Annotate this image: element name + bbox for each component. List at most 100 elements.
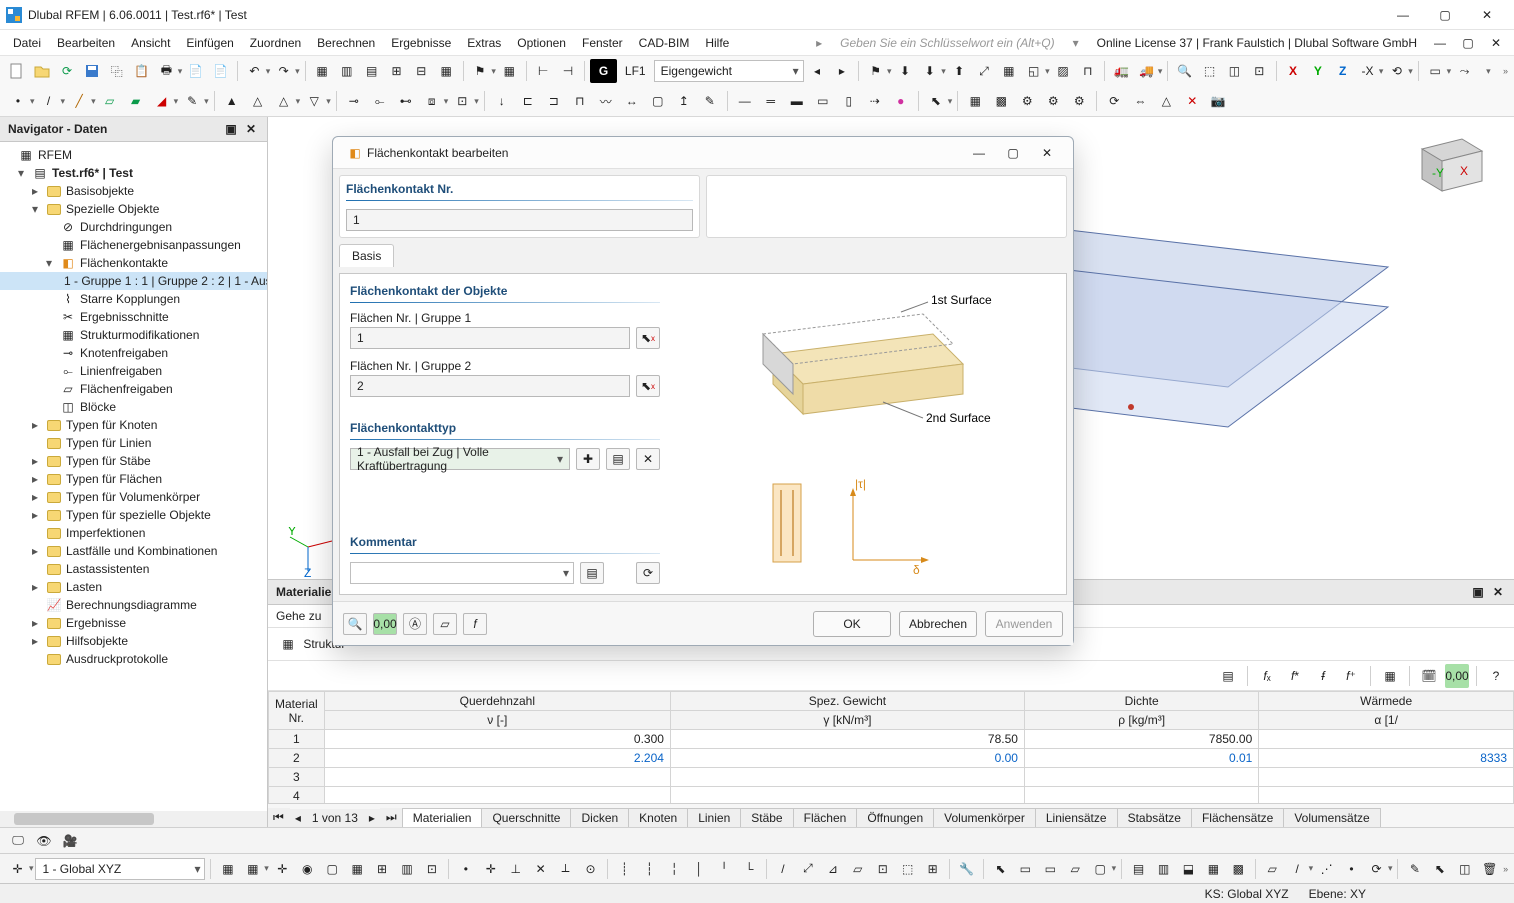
sup1-icon[interactable]: ▲ xyxy=(220,89,244,113)
mat-close-icon[interactable]: ✕ xyxy=(1490,584,1506,600)
copy-icon[interactable]: ⿻ xyxy=(105,59,128,83)
gr2-icon[interactable]: ⊐ xyxy=(542,89,566,113)
camera-icon[interactable]: 📷 xyxy=(1206,89,1230,113)
minimize-button[interactable]: ― xyxy=(1382,0,1424,30)
mdi-close-icon[interactable]: ✕ xyxy=(1484,31,1508,55)
d2-icon[interactable]: ┆ xyxy=(638,857,661,881)
win2-icon[interactable]: ▥ xyxy=(335,59,358,83)
dot-icon[interactable]: ● xyxy=(889,89,913,113)
tree-typen-knoten[interactable]: ▸Typen für Knoten xyxy=(0,416,267,434)
tree-ergebnisschnitte[interactable]: ✂Ergebnisschnitte xyxy=(0,308,267,326)
member-icon[interactable]: ╱ xyxy=(67,89,91,113)
iso-icon[interactable]: ⬚ xyxy=(1198,59,1221,83)
tree-file[interactable]: ▾▤Test.rf6* | Test xyxy=(0,164,267,182)
mdi-max-icon[interactable]: ▢ xyxy=(1456,31,1480,55)
l5-icon[interactable]: ▯ xyxy=(837,89,861,113)
more-icon[interactable]: ▾ xyxy=(1478,59,1501,83)
gr3-icon[interactable]: ⊓ xyxy=(568,89,592,113)
b6-icon[interactable]: ▦ xyxy=(346,857,369,881)
cancel-button[interactable]: Abbrechen xyxy=(899,611,977,637)
q2-icon[interactable]: ⬉ xyxy=(1428,857,1451,881)
s2-icon[interactable]: ✛ xyxy=(479,857,502,881)
foot-preview-icon[interactable]: ▱ xyxy=(433,613,457,635)
b7-icon[interactable]: ⊞ xyxy=(371,857,394,881)
arrow-icon[interactable]: ↔ xyxy=(620,89,644,113)
tree-bloecke[interactable]: ◫Blöcke xyxy=(0,398,267,416)
magnet-icon[interactable]: ◉ xyxy=(296,857,319,881)
spline-icon[interactable]: 〰 xyxy=(594,89,618,113)
x3-icon[interactable]: ⬓ xyxy=(1177,857,1200,881)
win4-icon[interactable]: ⊞ xyxy=(385,59,408,83)
p3-icon[interactable]: ⋰ xyxy=(1315,857,1338,881)
m3-icon[interactable]: ⊿ xyxy=(821,857,844,881)
q3-icon[interactable]: ◫ xyxy=(1453,857,1476,881)
load2-icon[interactable]: ⬇ xyxy=(918,59,941,83)
type-del-icon[interactable]: ✕ xyxy=(636,448,660,470)
sup4-icon[interactable]: ▽ xyxy=(302,89,326,113)
mat-fxg-icon[interactable]: f⁺ xyxy=(1339,664,1363,688)
tab-dicken[interactable]: Dicken xyxy=(570,808,629,827)
d5-icon[interactable]: ╵ xyxy=(713,857,736,881)
sel4-icon[interactable]: ▱ xyxy=(1064,857,1087,881)
cz-icon[interactable]: Z xyxy=(1331,59,1354,83)
grp1-pick-icon[interactable]: ⬉x xyxy=(636,327,660,349)
tabs-next[interactable]: ▸ xyxy=(363,809,381,827)
sel1-icon[interactable]: ⬉ xyxy=(989,857,1012,881)
monitor-icon[interactable]: 🖵 xyxy=(6,829,30,853)
cnx-icon[interactable]: -X xyxy=(1356,59,1379,83)
menu-hilfe[interactable]: Hilfe xyxy=(698,33,736,53)
m1-icon[interactable]: / xyxy=(772,857,795,881)
keyword-search[interactable]: Geben Sie ein Schlüsselwort ein (Alt+Q) xyxy=(833,33,1061,53)
up-icon[interactable]: ↥ xyxy=(672,89,696,113)
tree-strukturmod[interactable]: ▦Strukturmodifikationen xyxy=(0,326,267,344)
fit-icon[interactable]: ⊡ xyxy=(1248,59,1271,83)
tabs-first[interactable]: ⏮ xyxy=(268,808,290,827)
menu-optionen[interactable]: Optionen xyxy=(510,33,573,53)
edit1-icon[interactable]: ◢ xyxy=(150,89,174,113)
tree-lastassist[interactable]: Lastassistenten xyxy=(0,560,267,578)
tab-materialien[interactable]: Materialien xyxy=(402,808,483,827)
axis1-icon[interactable]: ⊢ xyxy=(532,59,555,83)
menu-berechnen[interactable]: Berechnen xyxy=(310,33,382,53)
sup3-icon[interactable]: △ xyxy=(272,89,296,113)
menu-bearbeiten[interactable]: Bearbeiten xyxy=(50,33,122,53)
p4-icon[interactable]: • xyxy=(1340,857,1363,881)
tree-contact-1[interactable]: 1 - Gruppe 1 : 1 | Gruppe 2 : 2 | 1 - Au… xyxy=(0,272,267,290)
open-icon[interactable] xyxy=(31,59,54,83)
b5-icon[interactable]: ▢ xyxy=(321,857,344,881)
b1-icon[interactable]: ▦ xyxy=(216,857,239,881)
rel3-icon[interactable]: ⊷ xyxy=(394,89,418,113)
foot-units-icon[interactable]: 0,00 xyxy=(373,613,397,635)
mat-fx-icon[interactable]: fₓ xyxy=(1255,664,1279,688)
tree-knotenfreigaben[interactable]: ⊸Knotenfreigaben xyxy=(0,344,267,362)
edit2-icon[interactable]: ✎ xyxy=(180,89,204,113)
menu-fenster[interactable]: Fenster xyxy=(575,33,630,53)
type-new-icon[interactable]: ✚ xyxy=(576,448,600,470)
tab-linien[interactable]: Linien xyxy=(687,808,741,827)
camera2-icon[interactable]: 🎥 xyxy=(58,829,82,853)
hatch-icon[interactable]: ▨ xyxy=(1052,59,1075,83)
mat-help-icon[interactable]: ? xyxy=(1484,664,1508,688)
rel1-icon[interactable]: ⊸ xyxy=(342,89,366,113)
comment-edit-icon[interactable]: ▤ xyxy=(580,562,604,584)
axis2-icon[interactable]: ⊣ xyxy=(557,59,580,83)
tree-lasten[interactable]: ▸Lasten xyxy=(0,578,267,596)
s3-icon[interactable]: ⊥ xyxy=(504,857,527,881)
curve-icon[interactable]: ⤳ xyxy=(1453,59,1476,83)
paste-icon[interactable]: 📋 xyxy=(130,59,153,83)
mat-dock-icon[interactable]: ▣ xyxy=(1470,584,1486,600)
refresh-icon[interactable]: ⟳ xyxy=(56,59,79,83)
l1-icon[interactable]: ― xyxy=(733,89,757,113)
maximize-button[interactable]: ▢ xyxy=(1424,0,1466,30)
dir-icon[interactable]: ↓ xyxy=(490,89,514,113)
l3-icon[interactable]: ▬ xyxy=(785,89,809,113)
grp2-pick-icon[interactable]: ⬉x xyxy=(636,375,660,397)
mat-t1-icon[interactable]: ▤ xyxy=(1216,664,1240,688)
foot-zoom-icon[interactable]: 🔍 xyxy=(343,613,367,635)
tree-diagramme[interactable]: 📈Berechnungsdiagramme xyxy=(0,596,267,614)
foot-labels-icon[interactable]: Ⓐ xyxy=(403,613,427,635)
surf-icon[interactable]: ▱ xyxy=(98,89,122,113)
tree-lastfaelle[interactable]: ▸Lastfälle und Kombinationen xyxy=(0,542,267,560)
section-icon[interactable]: ⊓ xyxy=(1076,59,1099,83)
win6-icon[interactable]: ▦ xyxy=(435,59,458,83)
